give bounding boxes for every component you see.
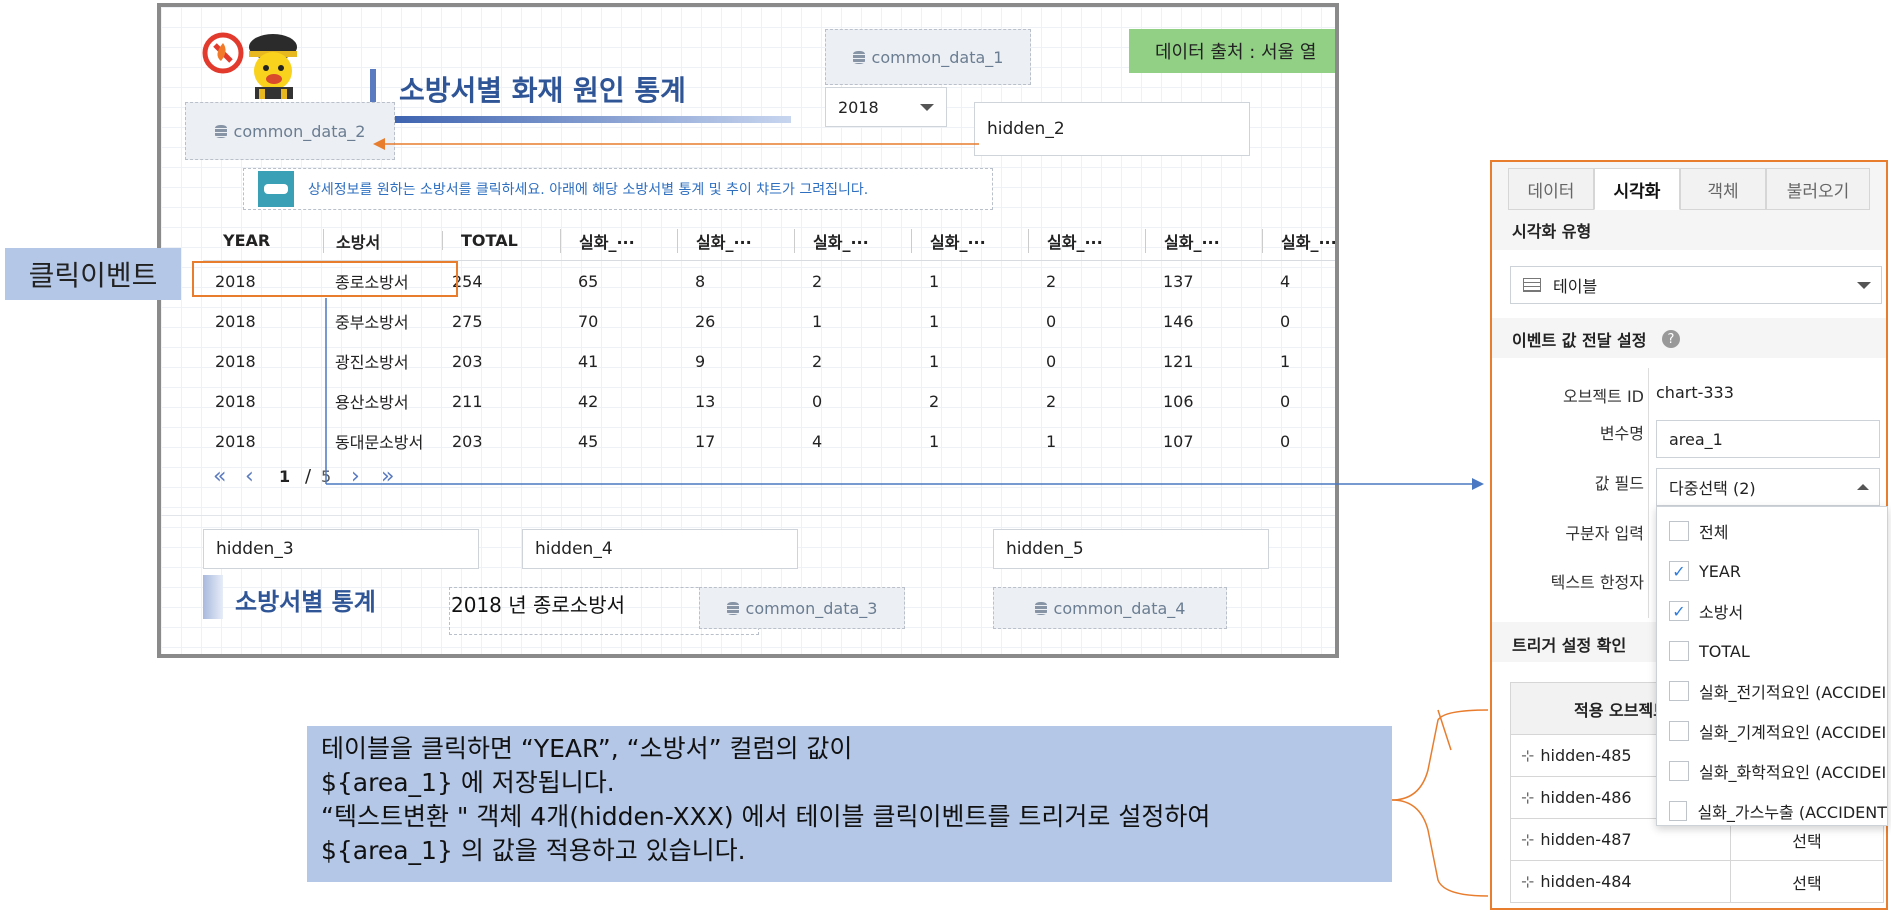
event-section-label: 이벤트 값 전달 설정: [1512, 331, 1647, 350]
value-field-select[interactable]: 다중선택 (2): [1656, 468, 1880, 506]
dropdown-option-label: 소방서: [1699, 603, 1744, 622]
trigger-object-name: hidden-485: [1540, 746, 1632, 765]
dropdown-option-label: 실화_화학적요인 (ACCIDEI: [1699, 763, 1887, 782]
checkbox-icon[interactable]: [1669, 721, 1689, 741]
trigger-object-name: hidden-486: [1540, 788, 1632, 807]
checkbox-checked-icon[interactable]: ✓: [1669, 601, 1689, 621]
component-icon: ⊹: [1521, 746, 1535, 765]
help-icon[interactable]: ?: [1662, 330, 1680, 348]
variable-name-input[interactable]: area_1: [1656, 420, 1880, 458]
note-line: ${area_1} 의 값을 적용하고 있습니다.: [321, 836, 746, 865]
object-id-value: chart-333: [1656, 383, 1734, 402]
settings-panel: 데이터 시각화 객체 불러오기 시각화 유형 테이블 이벤트 값 전달 설정 ?…: [1490, 160, 1888, 910]
dropdown-option[interactable]: ✓ 소방서: [1657, 591, 1887, 631]
checkbox-icon[interactable]: [1669, 641, 1689, 661]
trigger-section-label: 트리거 설정 확인: [1512, 636, 1627, 655]
variable-name-label: 변수명: [1599, 424, 1644, 443]
separator-label: 구분자 입력: [1565, 524, 1644, 543]
dropdown-option[interactable]: TOTAL: [1657, 631, 1887, 671]
value-field-label: 값 필드: [1594, 474, 1644, 493]
dropdown-option-label: TOTAL: [1699, 641, 1750, 661]
explanation-note: 테이블을 클릭하면 “YEAR”, “소방서” 컬럼의 값이 ${area_1}…: [307, 726, 1392, 882]
dropdown-option[interactable]: 전체: [1657, 511, 1887, 551]
dropdown-option-label: YEAR: [1699, 561, 1741, 581]
label-divider: [1648, 368, 1649, 618]
dropdown-option[interactable]: 실화_가스누출 (ACCIDENT: [1657, 791, 1887, 825]
tab-load[interactable]: 불러오기: [1766, 168, 1870, 210]
table-icon: [1523, 278, 1541, 292]
component-icon: ⊹: [1521, 872, 1535, 891]
click-event-callout: 클릭이벤트: [5, 248, 181, 300]
tab-object[interactable]: 객체: [1680, 168, 1766, 210]
dropdown-option-label: 실화_기계적요인 (ACCIDEI: [1699, 723, 1887, 742]
tab-data[interactable]: 데이터: [1508, 168, 1594, 210]
dropdown-option-label: 실화_가스누출 (ACCIDENT: [1697, 803, 1887, 822]
checkbox-icon[interactable]: [1669, 761, 1689, 781]
checkbox-checked-icon[interactable]: ✓: [1669, 561, 1689, 581]
dropdown-option[interactable]: 실화_화학적요인 (ACCIDEI: [1657, 751, 1887, 791]
chevron-up-icon: [1857, 484, 1869, 490]
checkbox-icon[interactable]: [1669, 681, 1689, 701]
dropdown-option[interactable]: 실화_기계적요인 (ACCIDEI: [1657, 711, 1887, 751]
trigger-row[interactable]: ⊹ hidden-484 선택: [1511, 861, 1883, 903]
trigger-object-cell: ⊹ hidden-484: [1511, 861, 1731, 902]
note-line: “텍스트변환 " 객체 4개(hidden-XXX) 에서 테이블 클릭이벤트를…: [321, 802, 1211, 831]
note-line: 테이블을 클릭하면 “YEAR”, “소방서” 컬럼의 값이: [321, 734, 853, 763]
dropdown-option[interactable]: ✓ YEAR: [1657, 551, 1887, 591]
component-icon: ⊹: [1521, 788, 1535, 807]
dropdown-option[interactable]: 실화_전기적요인 (ACCIDEI: [1657, 671, 1887, 711]
checkbox-icon[interactable]: [1669, 521, 1689, 541]
component-icon: ⊹: [1521, 830, 1535, 849]
dropdown-option-label: 실화_전기적요인 (ACCIDEI: [1699, 683, 1887, 702]
note-line: ${area_1} 에 저장됩니다.: [321, 768, 615, 797]
dropdown-option-label: 전체: [1699, 523, 1729, 542]
chevron-down-icon: [1857, 282, 1871, 289]
viz-type-label: 시각화 유형: [1512, 222, 1592, 241]
viz-type-select[interactable]: 테이블: [1510, 266, 1882, 304]
trigger-action-button[interactable]: 선택: [1731, 870, 1883, 894]
tab-visualization[interactable]: 시각화: [1594, 168, 1680, 210]
trigger-object-name: hidden-487: [1540, 830, 1632, 849]
object-id-label: 오브젝트 ID: [1562, 387, 1644, 406]
trigger-action-button[interactable]: 선택: [1731, 828, 1883, 852]
text-limiter-label: 텍스트 한정자: [1550, 573, 1644, 592]
value-field-dropdown: 전체 ✓ YEAR ✓ 소방서 TOTAL 실화_전기적요인 (ACCIDEI 실화_기계적요…: [1656, 506, 1888, 826]
trigger-object-name: hidden-484: [1540, 872, 1632, 891]
checkbox-icon[interactable]: [1669, 801, 1688, 821]
